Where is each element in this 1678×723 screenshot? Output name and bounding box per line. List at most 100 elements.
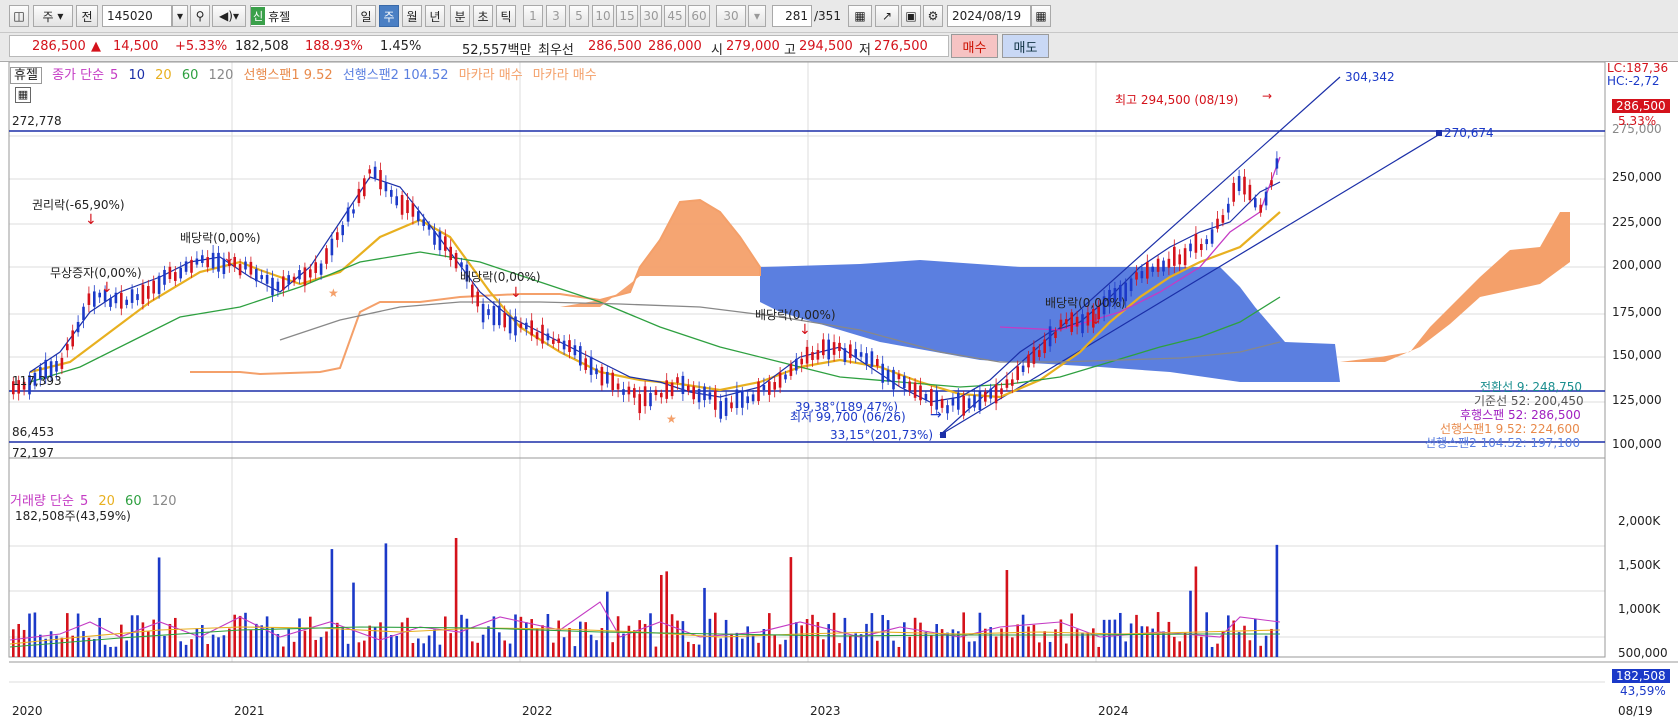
sell-button[interactable]: 매도 bbox=[1002, 34, 1049, 58]
period-week[interactable]: 주 bbox=[379, 5, 399, 27]
legend-makara-1[interactable]: 마카라 매수 bbox=[459, 68, 523, 83]
chart-area[interactable]: 275,000 250,000 225,000 200,000 175,000 … bbox=[0, 61, 1678, 723]
volume-bar bbox=[1097, 646, 1100, 657]
candle bbox=[638, 394, 641, 414]
candle bbox=[1275, 158, 1279, 169]
legend-close-ma[interactable]: 종가 단순 bbox=[52, 68, 104, 83]
angle-annotation-2: 33,15°(201,73%) bbox=[830, 428, 934, 442]
legend-span2[interactable]: 선행스팬2 104.52 bbox=[343, 68, 449, 83]
volume-bar bbox=[843, 617, 847, 657]
volume-bar bbox=[719, 638, 722, 657]
drawing-icon[interactable]: ↗ bbox=[875, 5, 899, 27]
min-10[interactable]: 10 bbox=[592, 5, 614, 27]
min-3[interactable]: 3 bbox=[546, 5, 566, 27]
volume-bar bbox=[1189, 590, 1192, 657]
volume-bar bbox=[1038, 642, 1041, 657]
custom-minute[interactable]: 30 bbox=[716, 5, 746, 27]
min-1[interactable]: 1 bbox=[523, 5, 543, 27]
stock-name-field[interactable]: 신 휴젤 bbox=[250, 5, 352, 27]
candle bbox=[865, 353, 868, 364]
min-5[interactable]: 5 bbox=[569, 5, 589, 27]
min-15[interactable]: 15 bbox=[616, 5, 638, 27]
gear-icon[interactable]: ⚙ bbox=[923, 5, 943, 27]
candle bbox=[557, 338, 560, 343]
volume-bar bbox=[870, 613, 874, 657]
legend-stock-name[interactable]: 휴젤 bbox=[10, 67, 42, 84]
legend-span1[interactable]: 선행스팬1 9.52 bbox=[244, 68, 333, 83]
candle bbox=[1259, 204, 1262, 213]
search-icon[interactable]: ⚲ bbox=[190, 5, 210, 27]
volume-bar bbox=[1205, 612, 1208, 657]
count-input[interactable]: 281 bbox=[772, 5, 812, 27]
period-month[interactable]: 월 bbox=[402, 5, 422, 27]
candle bbox=[816, 349, 820, 360]
volume-bar bbox=[211, 634, 215, 657]
stock-code-input[interactable]: 145020 bbox=[102, 5, 172, 27]
price-axis-tick: 225,000 bbox=[1612, 215, 1662, 229]
volume-bar bbox=[427, 635, 431, 657]
indicator-icon[interactable]: ▦ bbox=[848, 5, 872, 27]
volume-value: 182,508 bbox=[235, 39, 289, 54]
legend-vol-ma-120[interactable]: 120 bbox=[152, 494, 177, 509]
legend-ma-10[interactable]: 10 bbox=[128, 68, 145, 83]
volume-bar bbox=[687, 641, 690, 657]
candle bbox=[1016, 366, 1019, 380]
period-minute[interactable]: 분 bbox=[450, 5, 470, 27]
volume-bar bbox=[703, 587, 706, 657]
price-axis-tick: 100,000 bbox=[1612, 437, 1662, 451]
legend-ma-60[interactable]: 60 bbox=[182, 68, 199, 83]
volume-bar bbox=[460, 614, 463, 657]
trend-top-value: 304,342 bbox=[1345, 70, 1395, 84]
volume-bar bbox=[643, 623, 647, 657]
min-30[interactable]: 30 bbox=[640, 5, 662, 27]
period-year[interactable]: 년 bbox=[425, 5, 445, 27]
buy-button[interactable]: 매수 bbox=[951, 34, 998, 58]
date-input[interactable]: 2024/08/19 bbox=[947, 5, 1031, 27]
volume-axis-tick: 1,500K bbox=[1618, 558, 1661, 572]
volume-bar bbox=[1237, 632, 1241, 657]
candle bbox=[1146, 261, 1149, 279]
volume-bar bbox=[1011, 637, 1014, 657]
period-second[interactable]: 초 bbox=[473, 5, 493, 27]
legend-ma-20[interactable]: 20 bbox=[155, 68, 172, 83]
candle bbox=[546, 333, 550, 341]
volume-bar bbox=[838, 643, 841, 657]
layout-icon[interactable]: ◫ bbox=[9, 5, 29, 27]
candle bbox=[730, 402, 733, 409]
candle bbox=[903, 376, 906, 389]
legend-ma-5[interactable]: 5 bbox=[110, 68, 118, 83]
period-tick[interactable]: 틱 bbox=[496, 5, 516, 27]
legend-makara-2[interactable]: 마카라 매수 bbox=[533, 68, 597, 83]
volume-bar bbox=[17, 623, 20, 657]
min-60[interactable]: 60 bbox=[688, 5, 710, 27]
calendar-icon[interactable]: ▦ bbox=[1031, 5, 1051, 27]
candle bbox=[724, 397, 728, 416]
save-icon[interactable]: ▣ bbox=[901, 5, 921, 27]
table-icon[interactable]: ▦ bbox=[15, 87, 31, 103]
candle bbox=[309, 269, 312, 278]
all-button[interactable]: 전 bbox=[76, 5, 98, 27]
volume-bar bbox=[633, 630, 636, 657]
candle bbox=[1065, 319, 1068, 325]
candle bbox=[60, 357, 64, 369]
chart-canvas[interactable] bbox=[0, 62, 1678, 723]
candle bbox=[778, 372, 782, 388]
volume-bar bbox=[1259, 645, 1262, 657]
custom-minute-dropdown-icon[interactable]: ▾ bbox=[748, 5, 766, 27]
legend-ma-120[interactable]: 120 bbox=[209, 68, 234, 83]
volume-bar bbox=[568, 627, 571, 657]
volume-bar bbox=[174, 617, 177, 657]
code-dropdown-icon[interactable]: ▾ bbox=[172, 5, 188, 27]
period-day[interactable]: 일 bbox=[356, 5, 376, 27]
volume-bar bbox=[1232, 620, 1235, 657]
min-45[interactable]: 45 bbox=[664, 5, 686, 27]
volume-bar bbox=[82, 631, 85, 657]
period-type-select[interactable]: 주 ▾ bbox=[33, 5, 73, 27]
sound-icon[interactable]: ◀)▾ bbox=[212, 5, 246, 27]
volume-bar bbox=[465, 618, 469, 657]
volume-bar bbox=[228, 628, 231, 657]
volume-bar bbox=[789, 557, 793, 657]
candle bbox=[400, 195, 404, 215]
volume-bar bbox=[1102, 619, 1106, 657]
volume-bar bbox=[778, 644, 782, 657]
